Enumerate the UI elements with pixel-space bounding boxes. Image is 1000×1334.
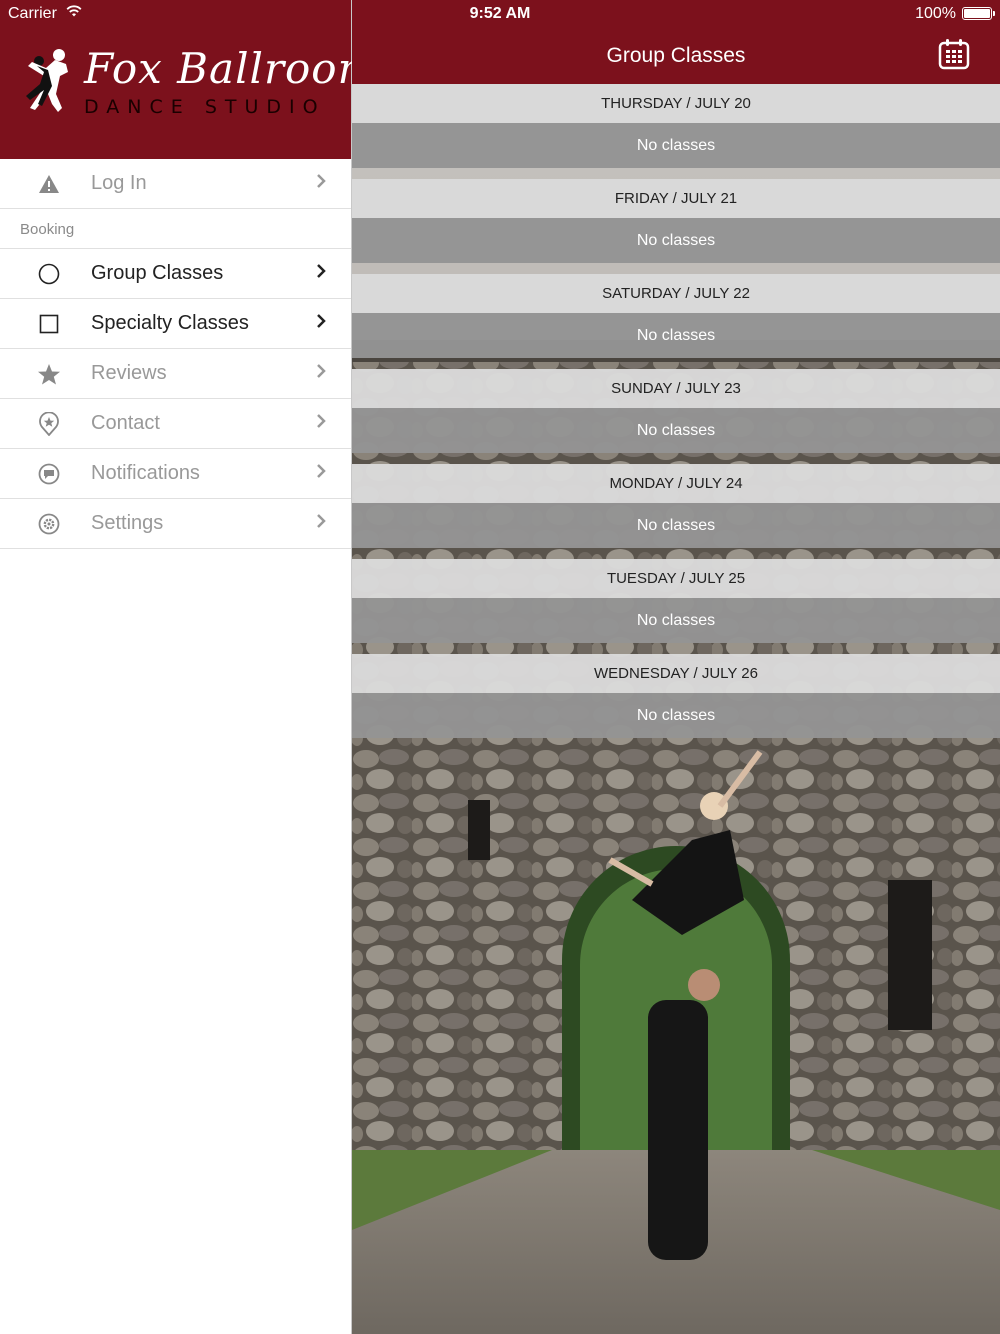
day-classes-row[interactable]: No classes — [352, 503, 1000, 548]
day-header: SATURDAY / JULY 22 — [352, 274, 1000, 313]
day-header: FRIDAY / JULY 21 — [352, 179, 1000, 218]
sidebar-item-notifications[interactable]: Notifications — [0, 449, 351, 499]
chevron-right-icon — [316, 313, 326, 334]
warning-icon — [36, 172, 62, 196]
logo-subtitle-text: DANCE STUDIO — [84, 96, 326, 118]
day-section: FRIDAY / JULY 21 No classes — [352, 179, 1000, 274]
day-header: THURSDAY / JULY 20 — [352, 84, 1000, 123]
sidebar-item-label: Group Classes — [91, 262, 224, 284]
dancers-logo-icon — [26, 49, 68, 112]
day-classes-row[interactable]: No classes — [352, 408, 1000, 453]
day-section: WEDNESDAY / JULY 26 No classes — [352, 654, 1000, 738]
logo-script-text: Fox Ballroom — [84, 44, 379, 93]
gear-icon — [36, 512, 62, 536]
section-label: Booking — [20, 221, 75, 238]
day-header: MONDAY / JULY 24 — [352, 464, 1000, 503]
chat-bubble-icon — [36, 462, 62, 486]
sidebar-item-group-classes[interactable]: Group Classes — [0, 249, 351, 299]
day-classes-row[interactable]: No classes — [352, 123, 1000, 168]
day-header: SUNDAY / JULY 23 — [352, 369, 1000, 408]
day-classes-row[interactable]: No classes — [352, 313, 1000, 358]
day-section: SUNDAY / JULY 23 No classes — [352, 369, 1000, 464]
day-header: TUESDAY / JULY 25 — [352, 559, 1000, 598]
day-section: SATURDAY / JULY 22 No classes — [352, 274, 1000, 369]
page-title: Group Classes — [606, 44, 746, 67]
sidebar-item-label: Reviews — [91, 362, 167, 384]
day-section: THURSDAY / JULY 20 No classes — [352, 84, 1000, 179]
chevron-right-icon — [316, 363, 326, 384]
day-schedule-list: THURSDAY / JULY 20 No classes FRIDAY / J… — [352, 84, 1000, 738]
day-header: WEDNESDAY / JULY 26 — [352, 654, 1000, 693]
day-classes-row[interactable]: No classes — [352, 598, 1000, 643]
chevron-right-icon — [316, 263, 326, 284]
sidebar-item-reviews[interactable]: Reviews — [0, 349, 351, 399]
sidebar-item-label: Contact — [91, 412, 160, 434]
sidebar-item-label: Log In — [91, 172, 147, 194]
day-section: MONDAY / JULY 24 No classes — [352, 464, 1000, 559]
day-section: TUESDAY / JULY 25 No classes — [352, 559, 1000, 654]
chevron-right-icon — [316, 513, 326, 534]
main-pane: Group Classes THURSDAY / JULY 20 No clas… — [352, 0, 1000, 1334]
sidebar-item-label: Specialty Classes — [91, 312, 249, 334]
calendar-icon[interactable] — [938, 38, 970, 75]
status-bar: Carrier 9:52 AM 100% — [0, 0, 1000, 28]
square-icon — [36, 312, 62, 336]
day-classes-row[interactable]: No classes — [352, 218, 1000, 263]
status-time: 9:52 AM — [469, 5, 531, 22]
sidebar: Fox Ballroom DANCE STUDIO Log In Booking… — [0, 0, 377, 1334]
battery-percent: 100% — [915, 5, 956, 22]
chevron-right-icon — [316, 463, 326, 484]
studio-logo: Fox Ballroom DANCE STUDIO — [22, 44, 377, 122]
chevron-right-icon — [316, 173, 326, 194]
star-icon — [36, 362, 62, 386]
circle-icon — [36, 262, 62, 286]
battery-icon — [962, 7, 995, 20]
day-classes-row[interactable]: No classes — [352, 693, 1000, 738]
location-pin-icon — [36, 412, 62, 436]
chevron-right-icon — [316, 413, 326, 434]
sidebar-item-login[interactable]: Log In — [0, 159, 351, 209]
sidebar-item-label: Settings — [91, 512, 164, 534]
sidebar-item-specialty-classes[interactable]: Specialty Classes — [0, 299, 351, 349]
sidebar-item-label: Notifications — [91, 462, 200, 484]
sidebar-item-contact[interactable]: Contact — [0, 399, 351, 449]
section-header-booking: Booking — [0, 209, 351, 249]
sidebar-item-settings[interactable]: Settings — [0, 499, 351, 549]
